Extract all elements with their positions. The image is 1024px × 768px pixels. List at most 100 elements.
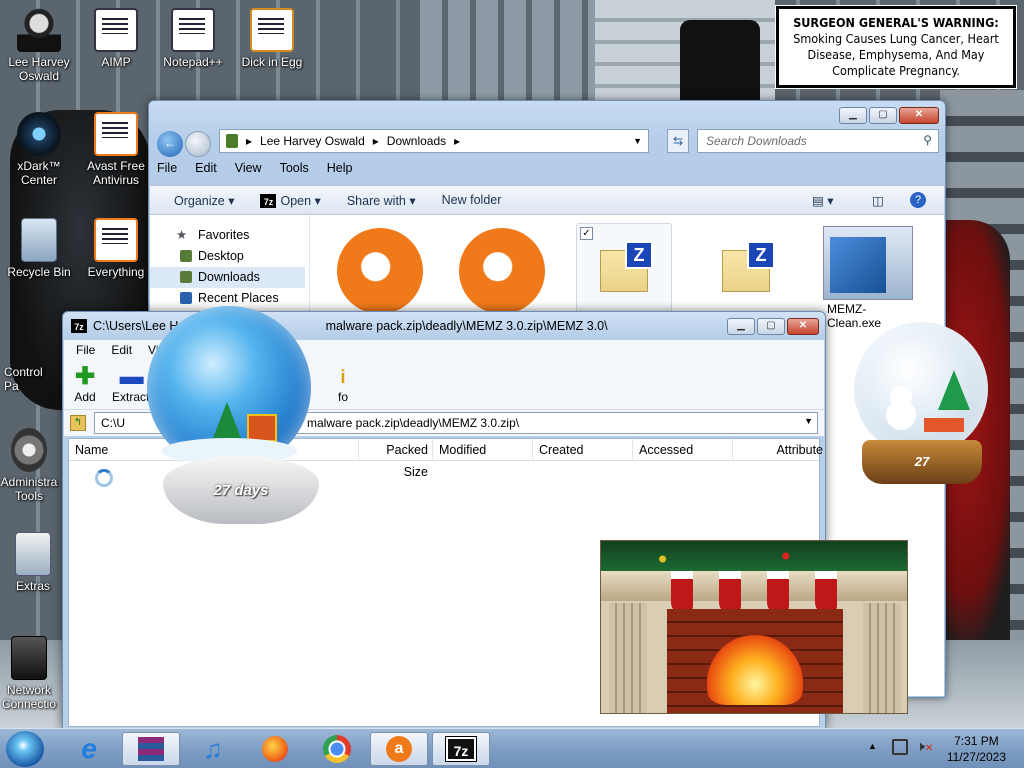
nav-label: Downloads [198,270,260,284]
menu-tools[interactable]: Tools [280,161,309,175]
nav-favorites[interactable]: ★ Favorites [150,225,309,246]
desktop-icon-avast[interactable]: Avast Free Antivirus [79,112,153,187]
desktop-icon-lee-harvey-oswald[interactable]: Lee Harvey Oswald [2,8,76,83]
column-modified[interactable]: Modified [433,439,533,461]
file-item[interactable] [332,223,428,315]
menu-help[interactable]: Help [327,161,353,175]
avast-icon [337,228,423,314]
fire-icon [707,635,803,705]
extract-button[interactable]: ▬ Extract [112,365,149,405]
avast-button[interactable]: a [370,732,428,766]
close-button[interactable]: ✕ [899,107,939,124]
open-button[interactable]: 7z Open ▾ [260,193,321,208]
star-icon: ★ [176,228,188,242]
desktop-icon-label: AIMP [101,55,131,69]
minimize-button[interactable]: ▁ [727,318,755,335]
menu-edit[interactable]: Edit [195,161,217,175]
checkbox[interactable]: ✓ [580,227,593,240]
breadcrumb-item[interactable]: Lee Harvey Oswald [260,134,365,148]
search-placeholder: Search Downloads [706,134,807,148]
breadcrumb-item[interactable]: Downloads [387,134,446,148]
music-button[interactable]: ♫ [184,732,242,766]
desktop-icon-label: Control Pa [4,365,43,393]
refresh-button[interactable]: ⇆ [667,129,689,153]
winrar-button[interactable] [122,732,180,766]
internet-explorer-button[interactable]: e [60,732,118,766]
minimize-button[interactable]: ▁ [839,107,867,124]
desktop-icon-label: Lee Harvey Oswald [8,55,70,83]
desktop-icon-extras[interactable]: Extras [2,532,64,593]
desktop-icon-aimp[interactable]: AIMP [79,8,153,69]
file-item[interactable] [454,223,550,315]
maximize-button[interactable]: ▢ [869,107,897,124]
address-bar[interactable]: ▸ Lee Harvey Oswald ▸ Downloads ▸ ▼ [219,129,649,153]
share-with-button[interactable]: Share with ▾ [347,193,416,208]
share-with-label: Share with [346,193,406,208]
maximize-button[interactable]: ▢ [757,318,785,335]
new-folder-button[interactable]: New folder [442,193,502,207]
forward-button[interactable] [185,131,211,157]
organize-label: Organize [174,193,225,208]
menu-edit[interactable]: Edit [111,340,132,360]
7zip-button[interactable]: 7z [432,732,490,766]
column-packed-size[interactable]: Packed Size [357,439,433,479]
nav-label: Desktop [198,249,244,263]
desktop-icon-label: Recycle Bin [7,265,71,279]
column-accessed[interactable]: Accessed [633,439,733,461]
breadcrumb-separator: ▸ [372,134,379,148]
preview-pane-icon[interactable]: ◫ [872,193,884,208]
chrome-button[interactable] [308,732,366,766]
desktop-icon-admin-tools[interactable]: Administra Tools [0,428,64,503]
desktop-icon-everything[interactable]: Everything [79,218,153,279]
back-button[interactable]: ← [157,131,183,157]
zip-folder-icon [600,241,653,292]
command-bar: Organize ▾ 7z Open ▾ Share with ▾ New fol… [150,185,944,215]
column-created[interactable]: Created [533,439,633,461]
internet-explorer-icon: e [81,733,97,764]
fireplace-gadget[interactable] [600,540,908,714]
snow-globe-gadget[interactable]: 27 days [145,304,341,530]
desktop-icon-notepad-plus-plus[interactable]: Notepad++ [156,8,230,69]
organize-button[interactable]: Organize ▾ [174,193,234,208]
parent-folder-icon[interactable]: ↰ [70,415,86,431]
desktop-icon-control-panel[interactable]: Control Pa [0,322,60,393]
days-countdown: 27 days [213,482,269,499]
desktop-icon-dick-in-egg[interactable]: Dick in Egg [235,8,309,69]
desktop-icon-xdark-center[interactable]: xDark™ Center [2,112,76,187]
desktop-icon-recycle-bin[interactable]: Recycle Bin [2,218,76,279]
desktop-icon-label: Notepad++ [163,55,223,69]
show-hidden-icons-icon[interactable]: ▲ [868,741,877,751]
file-item[interactable]: MEMZ-Clean.exe [820,223,916,330]
path-dropdown-icon[interactable]: ▼ [804,416,813,426]
notepad-icon [171,8,215,52]
network-tray-icon[interactable] [892,739,908,755]
start-orb-icon[interactable] [6,731,44,767]
document-icon [94,8,138,52]
menu-view[interactable]: View [235,161,262,175]
fireplace-column [609,603,647,713]
address-dropdown-icon[interactable]: ▼ [633,136,642,146]
column-attributes[interactable]: Attribute [733,439,823,461]
avast-icon [459,228,545,314]
volume-muted-icon[interactable]: 🕨✕ [916,738,933,755]
search-input[interactable]: Search Downloads ⚲ [697,129,939,153]
menu-file[interactable]: File [76,340,95,360]
extras-icon [15,532,51,576]
nav-desktop[interactable]: Desktop [150,246,309,267]
snow-globe-gadget-small[interactable]: 27 [848,320,996,500]
add-button[interactable]: ✚ Add [74,365,96,405]
file-item[interactable]: ✓ [576,223,672,315]
firefox-button[interactable] [246,732,304,766]
menu-file[interactable]: File [157,161,177,175]
desktop-icon-label: Everything [87,265,145,279]
view-options-icon[interactable]: ▤ ▾ [812,193,834,208]
days-countdown: 27 [914,454,930,469]
clock[interactable]: 7:31 PM 11/27/2023 [947,733,1006,765]
clock-time: 7:31 PM [954,734,999,748]
help-icon[interactable]: ? [910,192,926,208]
desktop-icon-network-connections[interactable]: Network Connectio [0,636,62,711]
window-controls: ▁ ▢ ✕ [839,107,939,124]
file-item[interactable] [698,223,794,315]
nav-downloads[interactable]: Downloads [150,267,305,288]
close-button[interactable]: ✕ [787,318,819,335]
